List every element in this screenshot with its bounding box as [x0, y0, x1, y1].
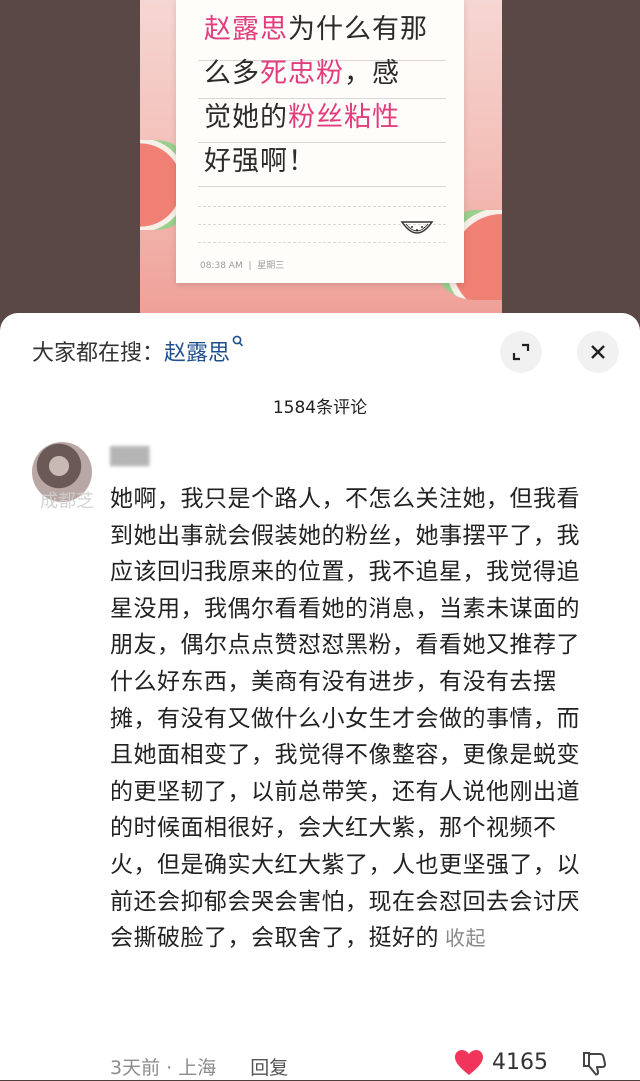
heart-icon [455, 1050, 483, 1075]
note-card: 赵露思为什么有那 么多死忠粉，感 觉她的粉丝粘性 好强啊！ 08:38 AM |… [176, 0, 464, 283]
trending-search[interactable]: 大家都在搜：赵露思 [32, 335, 244, 367]
expand-button[interactable] [500, 331, 542, 373]
like-button[interactable]: 4165 [454, 1049, 548, 1076]
note-line-3: 觉她的粉丝粘性 [204, 102, 400, 133]
comment-footer: 3天前 · 上海 回复 [110, 1057, 289, 1079]
comment-count: 1584条评论 [272, 398, 368, 418]
username[interactable]: ███ [110, 447, 149, 467]
expand-icon [512, 343, 530, 361]
comment-text: 她啊，我只是个路人，不怎么关注她，但我看到她出事就会假装她的粉丝，她事摆平了，我… [110, 481, 592, 957]
note-line-1: 赵露思为什么有那 [204, 14, 428, 45]
close-button[interactable] [577, 331, 619, 373]
note-line-2: 么多死忠粉，感 [204, 58, 400, 89]
comment-location: 上海 [178, 1057, 217, 1079]
trending-search-keyword[interactable]: 赵露思 [164, 341, 230, 366]
watermark-text: 成都芝 [40, 491, 94, 512]
dislike-button[interactable] [580, 1049, 608, 1081]
comments-sheet: 大家都在搜：赵露思 1584条评论 ███ 成都芝 她啊，我只是个路人，不怎么关… [0, 313, 640, 1080]
video-area[interactable]: 赵露思为什么有那 么多死忠粉，感 觉她的粉丝粘性 好强啊！ 08:38 AM |… [0, 0, 640, 330]
trending-search-prefix: 大家都在搜： [32, 341, 165, 366]
comment-body: 她啊，我只是个路人，不怎么关注她，但我看到她出事就会假装她的粉丝，她事摆平了，我… [110, 486, 580, 952]
comment-time: 3天前 [110, 1057, 161, 1079]
note-line-4: 好强啊！ [204, 146, 316, 177]
note-meta: 08:38 AM | 星期三 [200, 261, 285, 271]
close-icon [591, 345, 605, 359]
collapse-link[interactable]: 收起 [445, 926, 486, 950]
watermelon-doodle-icon [400, 221, 434, 234]
dislike-icon [583, 1052, 607, 1076]
search-icon [232, 335, 244, 347]
like-count: 4165 [492, 1050, 548, 1075]
reply-button[interactable]: 回复 [250, 1057, 288, 1079]
